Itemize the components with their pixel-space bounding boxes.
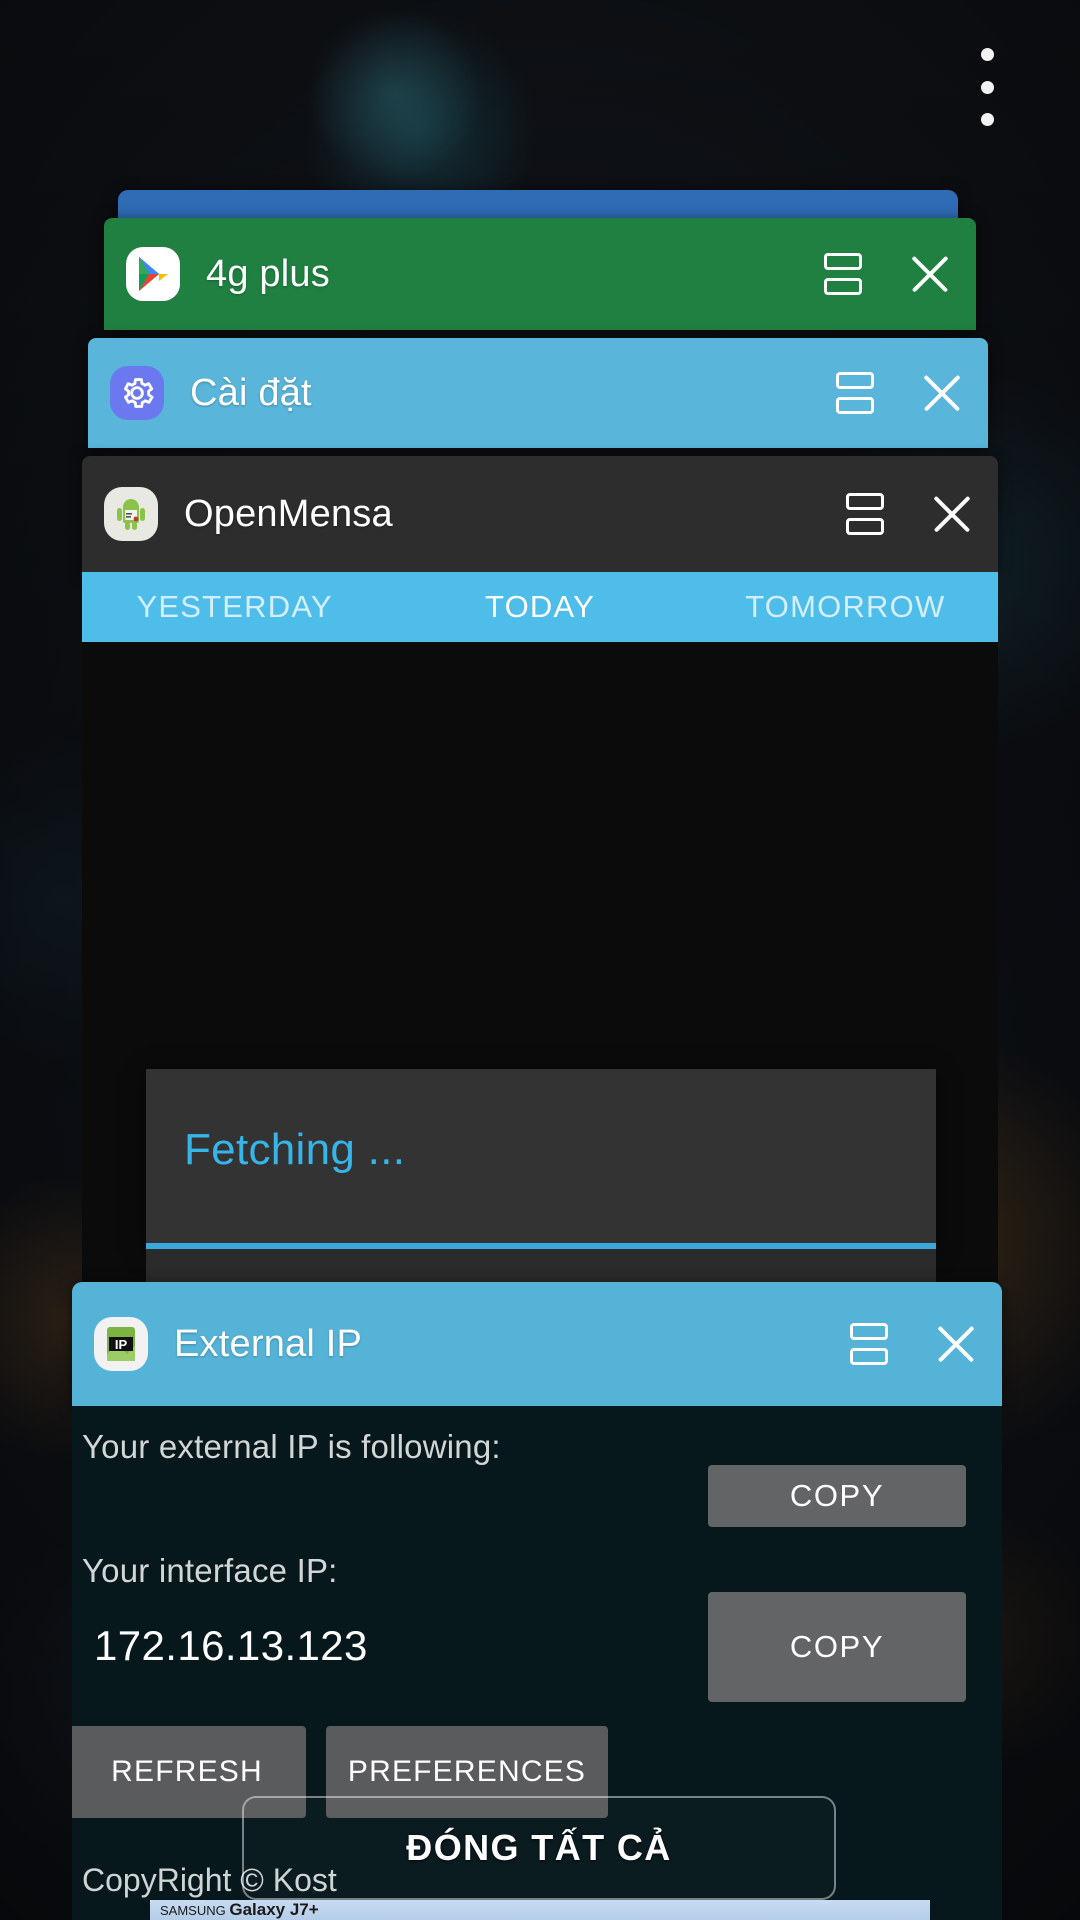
recent-card-cai-dat[interactable]: Cài đặt [88, 338, 988, 448]
close-all-button[interactable]: ĐÓNG TẤT CẢ [242, 1796, 836, 1900]
ip-glyph: IP [107, 1327, 135, 1361]
openmensa-tab-bar: YESTERDAY TODAY TOMORROW [82, 572, 998, 642]
card-title: External IP [174, 1322, 363, 1365]
tab-tomorrow[interactable]: TOMORROW [693, 589, 998, 625]
card-header-actions [846, 492, 974, 536]
close-icon[interactable] [920, 371, 964, 415]
split-screen-icon[interactable] [824, 253, 862, 295]
banner-brand-small: SAMSUNG [160, 1903, 226, 1918]
banner-brand-large: Galaxy J7+ [229, 1900, 319, 1919]
copy-interface-ip-button[interactable]: COPY [708, 1592, 966, 1702]
card-header: Cài đặt [88, 338, 988, 448]
card-header-actions [836, 371, 964, 415]
tab-yesterday[interactable]: YESTERDAY [82, 589, 387, 625]
interface-ip-value: 172.16.13.123 [94, 1622, 368, 1669]
fetching-dialog: Fetching ... [146, 1069, 936, 1249]
split-screen-icon[interactable] [850, 1323, 888, 1365]
card-header-actions [850, 1322, 978, 1366]
split-screen-icon[interactable] [846, 493, 884, 535]
play-store-glyph [139, 257, 168, 291]
more-vertical-icon[interactable] [968, 48, 1006, 126]
more-dot [980, 80, 994, 94]
settings-gear-icon [110, 366, 164, 420]
close-icon[interactable] [908, 252, 952, 296]
external-ip-label: Your external IP is following: [82, 1428, 501, 1465]
recent-card-4g-plus[interactable]: 4g plus [104, 218, 976, 330]
recent-card-openmensa[interactable]: OpenMensa [82, 456, 998, 572]
close-icon[interactable] [930, 492, 974, 536]
interface-ip-label: Your interface IP: [82, 1552, 338, 1589]
close-icon[interactable] [934, 1322, 978, 1366]
copy-external-ip-button[interactable]: COPY [708, 1465, 966, 1527]
gear-glyph [124, 378, 154, 408]
card-title: OpenMensa [184, 492, 393, 535]
card-header: IP External IP [72, 1282, 1002, 1406]
recent-card-external-ip[interactable]: IP External IP [72, 1282, 1002, 1406]
fetching-title: Fetching ... [184, 1125, 406, 1174]
more-dot [980, 48, 994, 61]
bottom-banner: SAMSUNG Galaxy J7+ [150, 1900, 930, 1920]
tab-today[interactable]: TODAY [387, 589, 692, 625]
android-robot-icon [104, 487, 158, 541]
card-header: OpenMensa [82, 456, 998, 572]
card-header-actions [824, 252, 952, 296]
banner-brand-text: SAMSUNG Galaxy J7+ [150, 1900, 319, 1920]
card-title: Cài đặt [190, 371, 312, 414]
ip-app-icon: IP [94, 1317, 148, 1371]
more-dot [980, 113, 994, 126]
svg-text:IP: IP [115, 1337, 128, 1352]
play-store-icon [126, 247, 180, 301]
split-screen-icon[interactable] [836, 372, 874, 414]
card-title: 4g plus [206, 252, 330, 295]
android-glyph [117, 499, 145, 530]
card-header: 4g plus [104, 218, 976, 330]
